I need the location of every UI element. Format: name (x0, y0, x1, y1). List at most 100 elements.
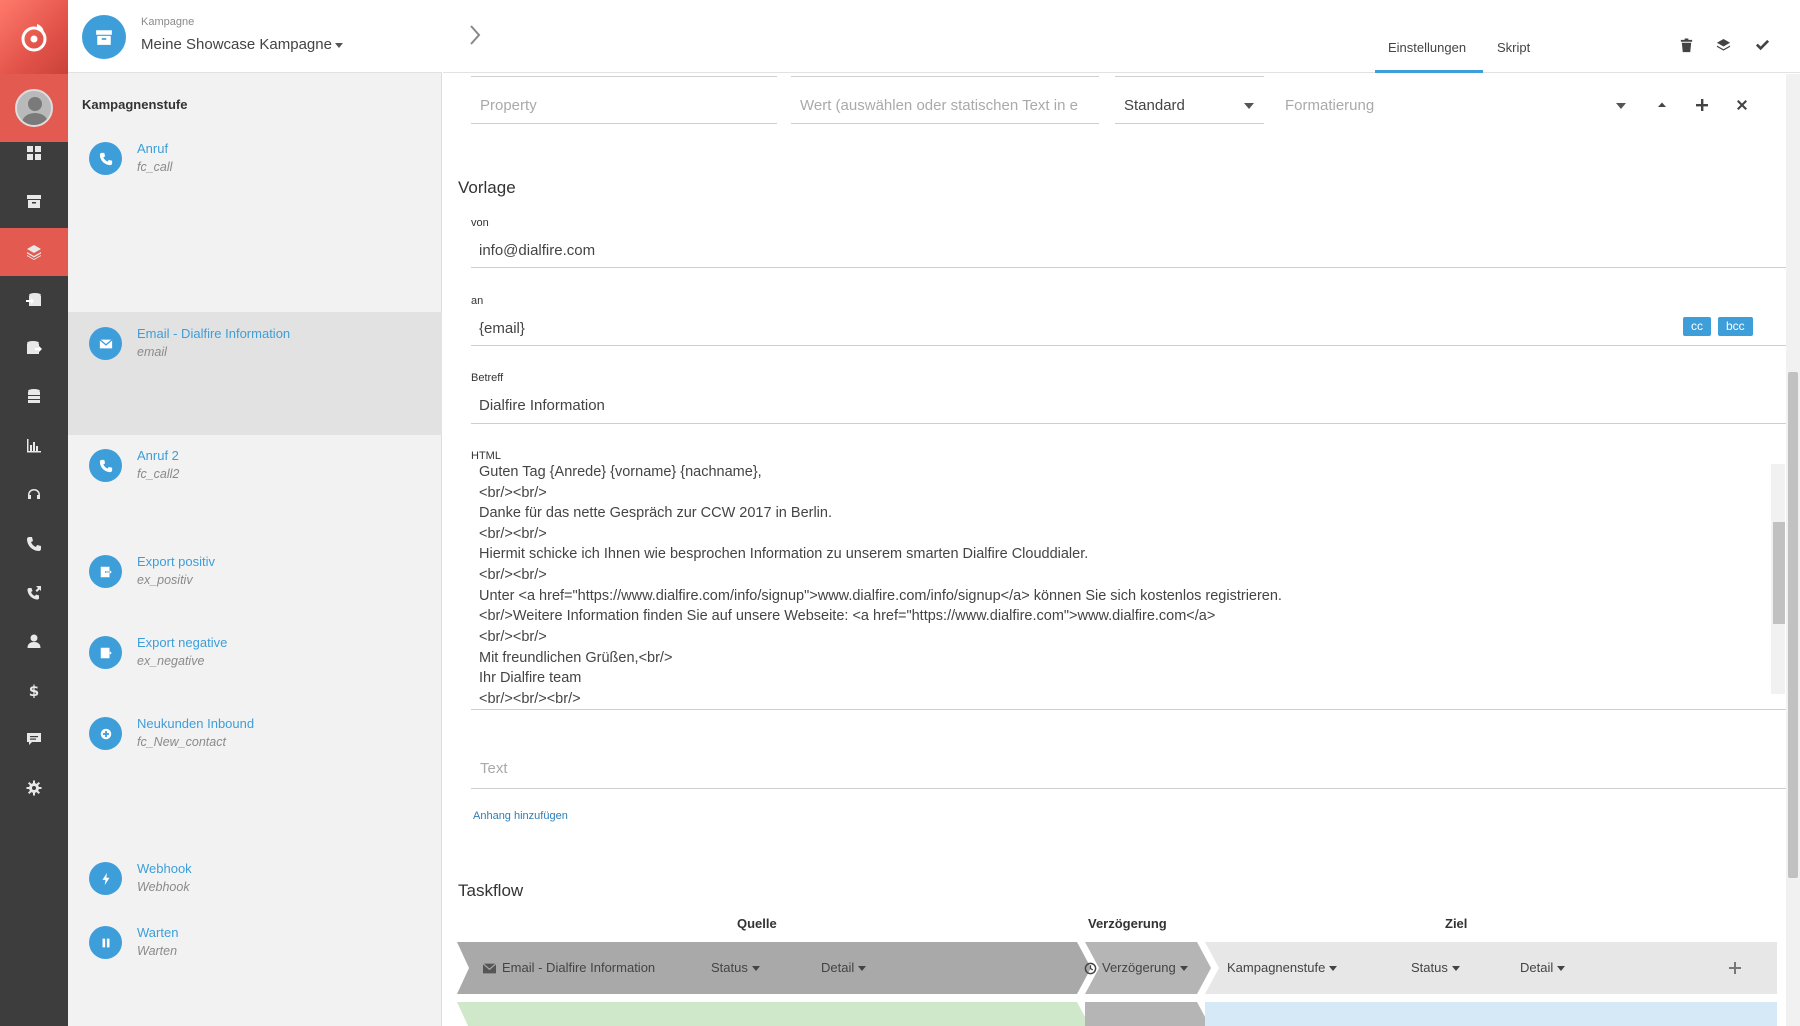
tab-settings[interactable]: Einstellungen (1388, 40, 1466, 55)
pause-icon (89, 926, 122, 959)
target-step-dropdown[interactable]: Kampagnenstufe (1227, 960, 1338, 975)
template-heading: Vorlage (458, 178, 516, 197)
bar-chart-icon (27, 439, 41, 453)
telephony-nav[interactable] (0, 520, 68, 568)
from-value: info@dialfire.com (479, 242, 596, 259)
user-icon (27, 634, 41, 648)
step-name: Webhook (137, 861, 192, 876)
html-editor[interactable]: Guten Tag {Anrede} {vorname} {nachname},… (471, 464, 1787, 710)
campaign-steps-nav[interactable] (0, 228, 68, 276)
step-name: Warten (137, 925, 179, 940)
target-status-dropdown[interactable]: Status (1411, 960, 1460, 975)
import-nav[interactable] (0, 276, 68, 324)
editor-toolbar: Einstellungen Skript (443, 0, 1800, 73)
bcc-button[interactable]: bcc (1718, 317, 1753, 336)
html-line: Ihr Dialfire team (479, 670, 582, 686)
users-nav[interactable] (0, 617, 68, 665)
step-name: Export negative (137, 635, 228, 650)
database-import-icon (26, 293, 41, 306)
campaign-selector[interactable]: Meine Showcase Kampagne (141, 36, 343, 53)
taskflow-source-step[interactable]: Email - Dialfire Information (482, 960, 656, 975)
status-label: Status (711, 960, 748, 975)
step-code: fc_call2 (137, 467, 180, 481)
page-scrollbar[interactable] (1786, 74, 1800, 1026)
database-icon (28, 389, 40, 403)
next-row-source (457, 1002, 1090, 1026)
plus-icon (1696, 99, 1708, 111)
save-button[interactable] (1755, 38, 1770, 58)
campaign-header: Kampagne Meine Showcase Kampagne (68, 0, 442, 73)
subject-input[interactable] (471, 391, 1787, 424)
database-nav[interactable] (0, 372, 68, 420)
plus-circle-icon (89, 717, 122, 750)
chat-icon (27, 733, 41, 745)
text-editor[interactable] (471, 749, 1787, 789)
html-line: <br/><br/><br/> (479, 691, 581, 707)
step-code: fc_call (137, 160, 173, 174)
step-item-warten[interactable]: Warten Warten (68, 910, 442, 970)
delete-button[interactable] (1679, 38, 1694, 58)
copy-step-button[interactable] (1716, 38, 1731, 58)
target-detail-dropdown[interactable]: Detail (1520, 960, 1566, 975)
source-status-dropdown[interactable]: Status (711, 960, 760, 975)
text-placeholder: Text (480, 760, 508, 777)
page-scroll-thumb[interactable] (1788, 372, 1798, 878)
taskflow-heading: Taskflow (458, 881, 524, 900)
source-detail-dropdown[interactable]: Detail (821, 960, 867, 975)
col-target: Ziel (1445, 916, 1468, 931)
from-label: von (471, 217, 489, 229)
step-item-anruf[interactable]: Anruf fc_call (68, 128, 442, 228)
html-line: Hiermit schicke ich Ihnen wie besprochen… (479, 546, 1089, 562)
billing-nav[interactable]: $ (0, 666, 68, 714)
add-property-button[interactable] (1695, 98, 1709, 117)
detail-label: Detail (1520, 960, 1554, 975)
delay-dropdown[interactable]: Verzögerung (1084, 960, 1188, 975)
settings-nav[interactable] (0, 764, 68, 812)
move-up-button[interactable] (1655, 98, 1669, 117)
html-editor-scroll-thumb[interactable] (1773, 522, 1785, 624)
envelope-icon (482, 963, 497, 974)
html-line: <br/>Weitere Information finden Sie auf … (479, 608, 1216, 624)
call-settings-nav[interactable] (0, 569, 68, 617)
main-nav-rail: $ (0, 0, 68, 1026)
status-label: Status (1411, 960, 1448, 975)
from-input[interactable] (471, 236, 1787, 268)
add-attachment-link[interactable]: Anhang hinzufügen (473, 810, 568, 822)
step-code: fc_New_contact (137, 735, 226, 749)
export-nav[interactable] (0, 324, 68, 372)
step-editor: Einstellungen Skript Property Wert (ausw… (443, 0, 1800, 1026)
caret-down-icon (1329, 966, 1338, 972)
taskflow-row-shapes (457, 942, 1777, 1026)
step-name: Anruf (137, 141, 169, 156)
agents-nav[interactable] (0, 471, 68, 519)
cc-button[interactable]: cc (1683, 317, 1711, 336)
source-step-label: Email - Dialfire Information (502, 960, 656, 975)
bolt-icon (89, 862, 122, 895)
messages-nav[interactable] (0, 715, 68, 763)
reports-nav[interactable] (0, 421, 68, 469)
dialfire-logo[interactable] (0, 0, 68, 74)
caret-down-icon[interactable] (1616, 103, 1626, 109)
prev-row-line (471, 69, 777, 77)
add-transition-button[interactable] (1728, 961, 1742, 980)
check-icon (1755, 39, 1770, 51)
tab-script[interactable]: Skript (1497, 40, 1530, 55)
step-name: Export positiv (137, 554, 216, 569)
caret-up-icon (1658, 102, 1666, 107)
caret-down-icon (1557, 966, 1566, 972)
dashboard-nav[interactable] (0, 129, 68, 177)
step-name: Email - Dialfire Information (137, 326, 291, 341)
step-item-export-positiv[interactable]: Export positiv ex_positiv (68, 540, 442, 620)
to-input[interactable] (471, 314, 1787, 346)
phone-forward-icon (27, 586, 41, 600)
step-item-email[interactable]: Email - Dialfire Information email (68, 312, 442, 435)
phone-icon (89, 449, 122, 482)
step-item-anruf-2[interactable]: Anruf 2 fc_call2 (68, 435, 442, 535)
col-delay: Verzögerung (1088, 916, 1167, 931)
remove-property-button[interactable] (1735, 98, 1749, 117)
campaigns-nav[interactable] (0, 177, 68, 225)
expand-chevron[interactable] (469, 24, 481, 51)
step-item-webhook[interactable]: Webhook Webhook (68, 846, 442, 906)
step-item-export-negative[interactable]: Export negative ex_negative (68, 621, 442, 701)
step-item-neukunden-inbound[interactable]: Neukunden Inbound fc_New_contact (68, 703, 442, 783)
